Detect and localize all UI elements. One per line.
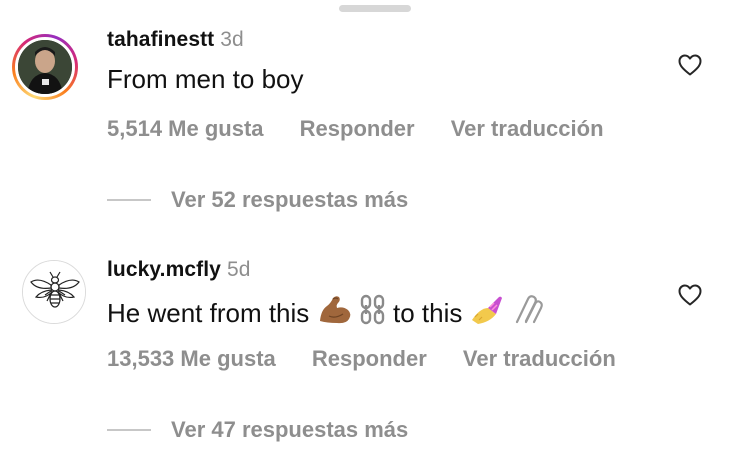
comments-sheet: tahafinestt 3d From men to boy 5,514 Me g…: [0, 0, 750, 451]
username-text[interactable]: lucky.mcfly: [107, 258, 221, 281]
comment-text: From men to boy: [107, 64, 304, 94]
reply-button[interactable]: Responder: [300, 116, 415, 141]
profile-photo-icon: [18, 40, 72, 94]
comment-actions: 5,514 Me gusta Responder Ver traducción: [107, 116, 634, 142]
comment-text: He went from this to this: [107, 294, 545, 329]
heart-outline-icon[interactable]: [678, 284, 702, 306]
nail-polish-icon: [471, 296, 502, 324]
comment-username[interactable]: lucky.mcfly 5d: [107, 258, 251, 282]
view-more-replies-label[interactable]: Ver 47 respuestas más: [171, 417, 408, 443]
view-more-replies[interactable]: Ver 47 respuestas más: [107, 417, 408, 443]
flexed-biceps-icon: [319, 296, 350, 324]
view-more-replies-label[interactable]: Ver 52 respuestas más: [171, 187, 408, 213]
replies-divider: [107, 199, 151, 201]
comment-username[interactable]: tahafinestt 3d: [107, 28, 244, 52]
bee-logo-icon: [23, 261, 85, 323]
comment-timestamp: 5d: [226, 258, 251, 281]
sheet-drag-handle[interactable]: [339, 5, 411, 12]
comment-text-part: to this: [393, 298, 463, 328]
paperclips-icon: [515, 295, 543, 324]
likes-count[interactable]: 13,533 Me gusta: [107, 346, 276, 371]
username-text[interactable]: tahafinestt: [107, 28, 214, 51]
view-more-replies[interactable]: Ver 52 respuestas más: [107, 187, 408, 213]
comment-timestamp: 3d: [220, 28, 244, 51]
avatar[interactable]: [12, 34, 78, 100]
replies-divider: [107, 429, 151, 431]
avatar[interactable]: [22, 260, 86, 324]
likes-count[interactable]: 5,514 Me gusta: [107, 116, 264, 141]
heart-outline-icon[interactable]: [678, 54, 702, 76]
translate-button[interactable]: Ver traducción: [463, 346, 616, 371]
comment-text-part: He went from this: [107, 298, 310, 328]
reply-button[interactable]: Responder: [312, 346, 427, 371]
avatar-photo: [15, 37, 75, 97]
chains-icon: [360, 294, 384, 325]
translate-button[interactable]: Ver traducción: [451, 116, 604, 141]
comment-actions: 13,533 Me gusta Responder Ver traducción: [107, 346, 646, 372]
